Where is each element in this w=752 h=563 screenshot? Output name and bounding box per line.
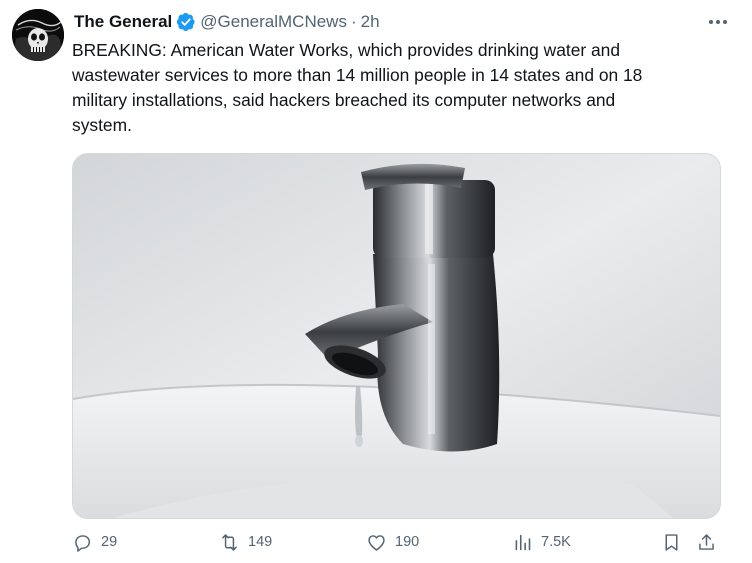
author-name[interactable]: The General — [74, 12, 172, 32]
reply-count: 29 — [101, 534, 118, 550]
like-icon — [368, 534, 385, 551]
tweet-image[interactable] — [72, 153, 721, 519]
verified-badge-icon[interactable] — [176, 12, 196, 32]
like-count: 190 — [395, 534, 420, 550]
tweet-text: BREAKING: American Water Works, which pr… — [72, 40, 643, 135]
retweet-count: 149 — [248, 534, 273, 550]
share-icon — [699, 533, 714, 550]
more-icon[interactable] — [706, 12, 730, 32]
bookmark-button[interactable] — [661, 528, 682, 556]
reply-button[interactable]: 29 — [72, 528, 117, 556]
views-button[interactable]: 7.5K — [512, 528, 571, 556]
views-icon — [515, 534, 531, 550]
reply-icon — [75, 534, 91, 552]
like-button[interactable]: 190 — [366, 528, 419, 556]
share-button[interactable] — [696, 528, 717, 556]
time-separator: · — [350, 12, 357, 31]
action-bar: 29 149 190 7.5K — [72, 528, 722, 556]
view-count: 7.5K — [541, 534, 571, 550]
avatar[interactable] — [12, 9, 64, 61]
author-handle[interactable]: @GeneralMCNews — [200, 12, 347, 32]
retweet-icon — [222, 533, 237, 551]
tweet-header: The General @GeneralMCNews · 2h — [74, 10, 732, 34]
bookmark-icon — [665, 533, 678, 551]
retweet-button[interactable]: 149 — [219, 528, 272, 556]
timestamp[interactable]: 2h — [361, 12, 380, 32]
avatar-image — [12, 9, 64, 61]
